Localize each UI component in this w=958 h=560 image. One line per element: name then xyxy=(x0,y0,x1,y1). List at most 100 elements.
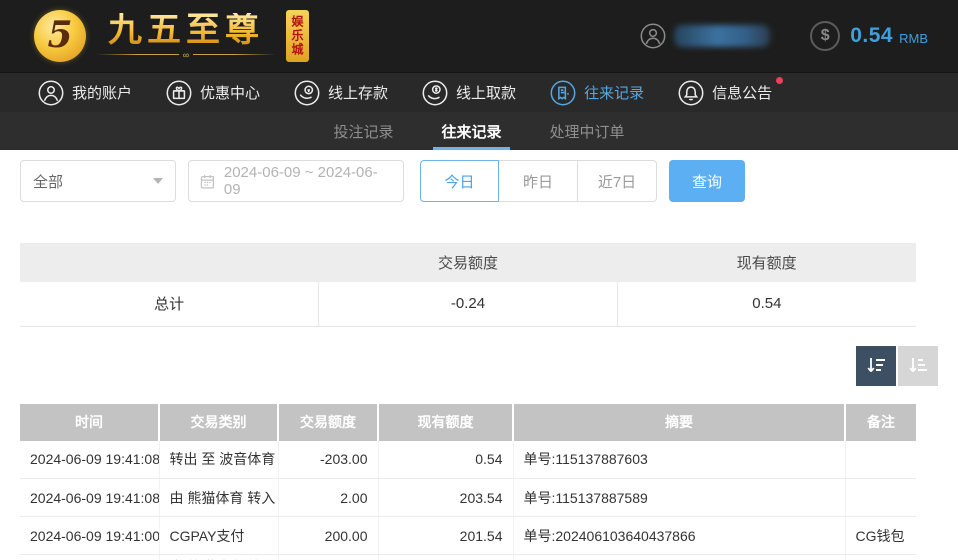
tab-transaction-records[interactable]: 往来记录 xyxy=(433,112,510,150)
last-7-days-button[interactable]: 近7日 xyxy=(578,160,657,202)
sort-ascending-button[interactable] xyxy=(898,345,938,386)
logo-coin-icon: 5 xyxy=(34,10,86,62)
query-button[interactable]: 查询 xyxy=(669,160,745,202)
balance-dollar-icon: $ xyxy=(810,21,841,51)
records-header-row: 时间 交易类别 交易额度 现有额度 摘要 备注 xyxy=(20,403,916,441)
nav-item-label: 线上取款 xyxy=(456,85,517,102)
brand-badge: 娱乐城 xyxy=(286,10,309,62)
table-cell xyxy=(845,478,916,517)
col-header-current-balance: 现有额度 xyxy=(378,403,514,441)
nav-item-promotions[interactable]: 优惠中心 xyxy=(166,80,260,106)
table-row: 2024-06-09 19:41:08 转出 至 波音体育 -203.00 0.54 单… xyxy=(20,440,916,479)
calendar-icon xyxy=(199,173,216,190)
transaction-records-page: 5 九五至尊 ∞ 娱乐城 $ 0.54 RMB 我的账户 优惠中心 线上存款 线… xyxy=(0,0,958,560)
bell-icon xyxy=(678,80,704,106)
table-cell: 2024-06-09 19:41:08 xyxy=(20,478,160,517)
table-cell xyxy=(278,554,379,560)
table-cell xyxy=(845,554,916,560)
deposit-icon xyxy=(294,80,320,106)
nav-item-transaction-records[interactable]: 往来记录 xyxy=(550,80,644,106)
content-area: 全部 2024-06-09 ~ 2024-06-09 今日 昨日 近7日 查询 xyxy=(0,150,958,560)
table-cell: CGPAY支付 xyxy=(159,516,279,555)
user-area: $ 0.54 RMB xyxy=(640,21,928,51)
nav-item-label: 线上存款 xyxy=(328,85,389,102)
table-cell: 由 熊猫体育 转入 xyxy=(159,478,279,517)
col-header-transaction-amount: 交易额度 xyxy=(278,403,379,441)
table-row: 2024-06-09 19:41:08 由 熊猫体育 转入 2.00 203.54 单号… xyxy=(20,478,916,517)
nav-item-label: 优惠中心 xyxy=(200,85,261,102)
table-cell: 单号:202406103640437866 xyxy=(513,516,846,555)
table-cell: 单号:115137887603 xyxy=(513,440,846,479)
nav-item-label: 往来记录 xyxy=(584,85,645,102)
summary-total-row: 总计 -0.24 0.54 xyxy=(20,282,916,327)
sort-descending-icon xyxy=(867,357,885,372)
user-avatar-icon[interactable] xyxy=(640,23,666,49)
summary-header-empty xyxy=(20,243,319,282)
summary-total-label: 总计 xyxy=(20,282,320,327)
quick-date-buttons: 今日 昨日 近7日 xyxy=(420,160,657,202)
table-cell: 转出 至 波音体育 xyxy=(159,440,279,479)
top-header: 5 九五至尊 ∞ 娱乐城 $ 0.54 RMB xyxy=(0,0,958,72)
nav-item-online-deposit[interactable]: 线上存款 xyxy=(294,80,388,106)
nav-item-online-withdraw[interactable]: 线上取款 xyxy=(422,80,516,106)
filter-bar: 全部 2024-06-09 ~ 2024-06-09 今日 昨日 近7日 查询 xyxy=(20,160,938,202)
date-range-value: 2024-06-09 ~ 2024-06-09 xyxy=(223,164,378,198)
table-cell: CG钱包 xyxy=(845,516,916,555)
table-cell: 2.00 xyxy=(278,478,379,517)
category-select-value: 全部 xyxy=(33,173,64,191)
withdraw-icon xyxy=(422,80,448,106)
logo-mark-glyph: 5 xyxy=(47,14,73,56)
brand-name: 九五至尊 xyxy=(108,10,264,51)
table-cell xyxy=(378,554,514,560)
username-redacted[interactable] xyxy=(674,25,771,47)
col-header-summary: 摘要 xyxy=(513,403,846,441)
col-header-transaction-type: 交易类别 xyxy=(159,403,279,441)
table-cell: 单号:115137887589 xyxy=(513,478,846,517)
col-header-note: 备注 xyxy=(845,403,916,441)
summary-header-transaction-amount: 交易额度 xyxy=(318,243,618,282)
sort-descending-button[interactable] xyxy=(856,345,896,386)
col-header-time: 时间 xyxy=(20,403,160,441)
chevron-down-icon xyxy=(153,178,163,184)
tab-betting-records[interactable]: 投注记录 xyxy=(331,112,395,150)
nav-item-label: 我的账户 xyxy=(72,85,133,102)
table-cell xyxy=(845,440,916,479)
table-cell xyxy=(20,554,160,560)
table-cell xyxy=(513,554,846,560)
table-cell: 201.54 xyxy=(378,516,514,555)
today-button[interactable]: 今日 xyxy=(420,160,499,202)
balance-currency: RMB xyxy=(899,31,928,46)
logo-flourish: ∞ xyxy=(96,50,276,59)
table-row-partial: 由 熊猫体育 转入 xyxy=(20,554,916,560)
summary-header-current-balance: 现有额度 xyxy=(617,243,916,282)
category-select[interactable]: 全部 xyxy=(20,160,176,202)
sort-ascending-icon xyxy=(909,357,927,372)
summary-header-row: 交易额度 现有额度 xyxy=(20,243,916,282)
nav-item-announcements[interactable]: 信息公告 xyxy=(678,76,784,106)
user-icon xyxy=(38,80,64,106)
balance-amount: 0.54 xyxy=(850,24,894,47)
table-cell: 0.54 xyxy=(378,440,514,479)
gift-icon xyxy=(166,80,192,106)
table-cell: 200.00 xyxy=(278,516,379,555)
yesterday-button[interactable]: 昨日 xyxy=(499,160,578,202)
nav-item-my-account[interactable]: 我的账户 xyxy=(38,80,132,106)
record-tabs: 投注记录 往来记录 处理中订单 xyxy=(0,112,958,150)
table-cell: -203.00 xyxy=(278,440,379,479)
nav-item-label: 信息公告 xyxy=(712,85,773,102)
brand-logo[interactable]: 5 九五至尊 ∞ 娱乐城 xyxy=(34,10,309,62)
tab-pending-orders[interactable]: 处理中订单 xyxy=(548,112,627,150)
records-table: 时间 交易类别 交易额度 现有额度 摘要 备注 2024-06-09 19:41… xyxy=(20,403,916,560)
date-range-input[interactable]: 2024-06-09 ~ 2024-06-09 xyxy=(188,160,404,202)
table-cell: 203.54 xyxy=(378,478,514,517)
summary-transaction-total: -0.24 xyxy=(318,282,618,327)
records-tbody: 2024-06-09 19:41:08 转出 至 波音体育 -203.00 0.54 单… xyxy=(20,440,916,560)
table-row: 2024-06-09 19:41:00 CGPAY支付 200.00 201.54 单号… xyxy=(20,516,916,555)
table-cell: 2024-06-09 19:41:08 xyxy=(20,440,160,479)
table-cell: 由 熊猫体育 转入 xyxy=(159,554,279,560)
notification-dot xyxy=(776,76,784,84)
summary-balance-total: 0.54 xyxy=(617,282,916,327)
logo-text: 九五至尊 ∞ xyxy=(96,10,276,59)
records-icon xyxy=(550,80,576,106)
summary-table: 交易额度 现有额度 总计 -0.24 0.54 xyxy=(20,243,916,327)
